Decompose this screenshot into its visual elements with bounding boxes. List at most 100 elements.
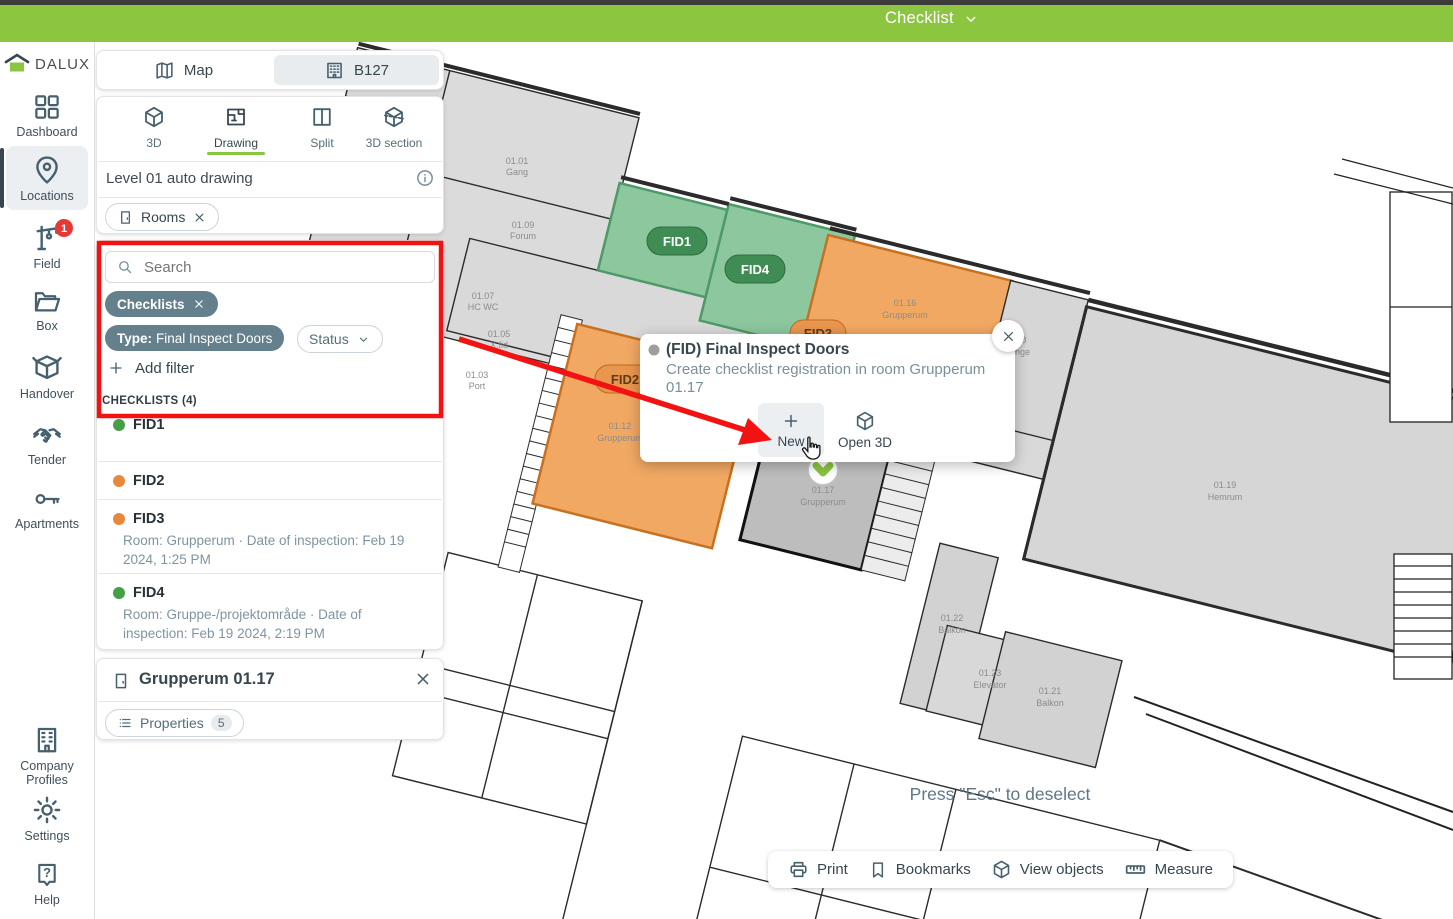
list-item-fid1[interactable]: FID1: [113, 417, 164, 433]
measure-button[interactable]: Measure: [1124, 858, 1213, 881]
cube-section-icon: [382, 105, 406, 129]
list-item-fid4[interactable]: FID4 Room: Gruppe-/projektområde · Date …: [113, 585, 419, 643]
new-registration-button[interactable]: New: [758, 403, 824, 457]
close-icon[interactable]: [192, 297, 206, 311]
sidebar-item-dashboard[interactable]: Dashboard: [0, 92, 94, 139]
bookmarks-button[interactable]: Bookmarks: [868, 860, 971, 880]
dalux-house-icon: [4, 52, 30, 76]
tab-building-b127[interactable]: B127: [270, 51, 443, 89]
svg-text:01.01: 01.01: [506, 156, 529, 166]
checklist-dropdown[interactable]: Checklist: [885, 9, 1045, 28]
svg-text:1: 1: [61, 223, 67, 235]
status-dot: [113, 475, 125, 487]
svg-text:Hemrum: Hemrum: [1208, 492, 1243, 502]
print-button[interactable]: Print: [788, 859, 848, 880]
tab-map[interactable]: Map: [97, 51, 270, 89]
popup-close-button[interactable]: [992, 320, 1024, 352]
checklists-chip[interactable]: Checklists: [105, 291, 218, 317]
properties-chip[interactable]: Properties 5: [105, 709, 244, 737]
split-icon: [310, 105, 334, 129]
notification-badge: 1: [54, 218, 74, 238]
sidebar-item-apartments[interactable]: Apartments: [0, 484, 94, 531]
tab-drawing[interactable]: Drawing: [193, 105, 279, 150]
gear-icon: [31, 794, 63, 826]
sidebar-item-settings[interactable]: Settings: [0, 794, 94, 843]
room-title: Grupperum 01.17: [139, 670, 275, 689]
handshake-icon: [30, 420, 64, 450]
svg-text:01.03: 01.03: [466, 370, 489, 380]
add-filter-button[interactable]: Add filter: [107, 359, 194, 377]
popup-title: (FID) Final Inspect Doors: [666, 341, 849, 359]
map-badge-fid4[interactable]: FID4: [725, 255, 785, 283]
list-item-fid3[interactable]: FID3 Room: Grupperum · Date of inspectio…: [113, 511, 419, 569]
svg-text:01.07: 01.07: [472, 291, 495, 301]
popup-description: Create checklist registration in room Gr…: [666, 361, 988, 397]
divider: [98, 701, 442, 702]
sidebar: DALUX Dashboard Locations 1 Field Box Ha…: [0, 42, 95, 919]
location-tab-bar: Map B127: [96, 50, 444, 90]
sidebar-item-handover[interactable]: Handover: [0, 352, 94, 401]
svg-text:?: ?: [43, 865, 51, 880]
svg-text:01.21: 01.21: [1039, 686, 1062, 696]
svg-text:FID1: FID1: [663, 234, 691, 249]
list-item-fid2[interactable]: FID2: [113, 473, 164, 489]
esc-deselect-hint: Press "Esc" to deselect: [880, 784, 1120, 805]
status-dot: [113, 513, 125, 525]
svg-text:Grupperum: Grupperum: [882, 310, 928, 320]
svg-text:Elevator: Elevator: [973, 680, 1006, 690]
divider: [98, 573, 442, 574]
sidebar-item-field[interactable]: 1 Field: [0, 220, 94, 271]
room-0119[interactable]: [1024, 307, 1453, 666]
map-toolbar: Print Bookmarks View objects Measure: [768, 851, 1233, 888]
top-bar: Checklist: [0, 0, 1453, 42]
svg-text:01.22: 01.22: [941, 613, 964, 623]
close-room-panel-button[interactable]: [413, 669, 433, 694]
status-dot: [113, 419, 125, 431]
divider: [98, 499, 442, 500]
sidebar-item-box[interactable]: Box: [0, 286, 94, 333]
list-icon: [117, 715, 133, 731]
room-action-popup: (FID) Final Inspect Doors Create checkli…: [640, 334, 1015, 462]
dashboard-icon: [32, 92, 62, 122]
chevron-down-icon: [962, 10, 980, 28]
view-objects-button[interactable]: View objects: [991, 859, 1104, 880]
open-box-icon: [31, 352, 63, 384]
tab-3d[interactable]: 3D: [111, 105, 197, 150]
svg-text:01.19: 01.19: [1214, 480, 1237, 490]
svg-text:Forum: Forum: [510, 231, 536, 241]
sidebar-item-locations[interactable]: Locations: [0, 154, 94, 203]
svg-text:FID4: FID4: [741, 262, 770, 277]
svg-text:X.fid: X.fid: [490, 340, 508, 350]
svg-text:Balkon: Balkon: [938, 625, 966, 635]
plus-icon: [107, 359, 125, 377]
sidebar-item-help[interactable]: ? Help: [0, 860, 94, 907]
sidebar-item-company-profiles[interactable]: Company Profiles: [0, 724, 94, 787]
svg-text:01.12: 01.12: [609, 421, 632, 431]
brand-text: DALUX: [35, 56, 90, 73]
svg-text:01.16: 01.16: [894, 298, 917, 308]
rooms-filter-chip[interactable]: Rooms: [105, 203, 219, 231]
divider: [98, 461, 442, 462]
svg-text:01.09: 01.09: [512, 220, 535, 230]
app-mode-title: Checklist: [885, 9, 954, 28]
checklists-section-header: CHECKLISTS (4): [102, 395, 197, 407]
svg-text:Grupperum: Grupperum: [800, 497, 846, 507]
location-pin-icon: [31, 154, 63, 186]
search-input[interactable]: [142, 258, 406, 277]
info-icon[interactable]: [415, 168, 435, 193]
drawing-icon: [224, 105, 248, 129]
close-icon[interactable]: [192, 210, 207, 225]
sidebar-item-tender[interactable]: Tender: [0, 420, 94, 467]
key-icon: [31, 484, 63, 514]
open-3d-button[interactable]: Open 3D: [832, 403, 898, 457]
map-badge-fid1[interactable]: FID1: [647, 227, 707, 255]
type-filter-chip[interactable]: Type: Final Inspect Doors: [105, 325, 284, 351]
folder-icon: [32, 286, 62, 316]
top-dark-strip: [0, 0, 1453, 5]
tab-3d-section[interactable]: 3D section: [351, 105, 437, 150]
svg-text:Grupperum: Grupperum: [597, 433, 643, 443]
status-filter-chip[interactable]: Status: [297, 325, 383, 353]
search-icon: [116, 258, 134, 276]
properties-count-badge: 5: [211, 715, 232, 731]
dalux-logo[interactable]: DALUX: [0, 52, 94, 76]
